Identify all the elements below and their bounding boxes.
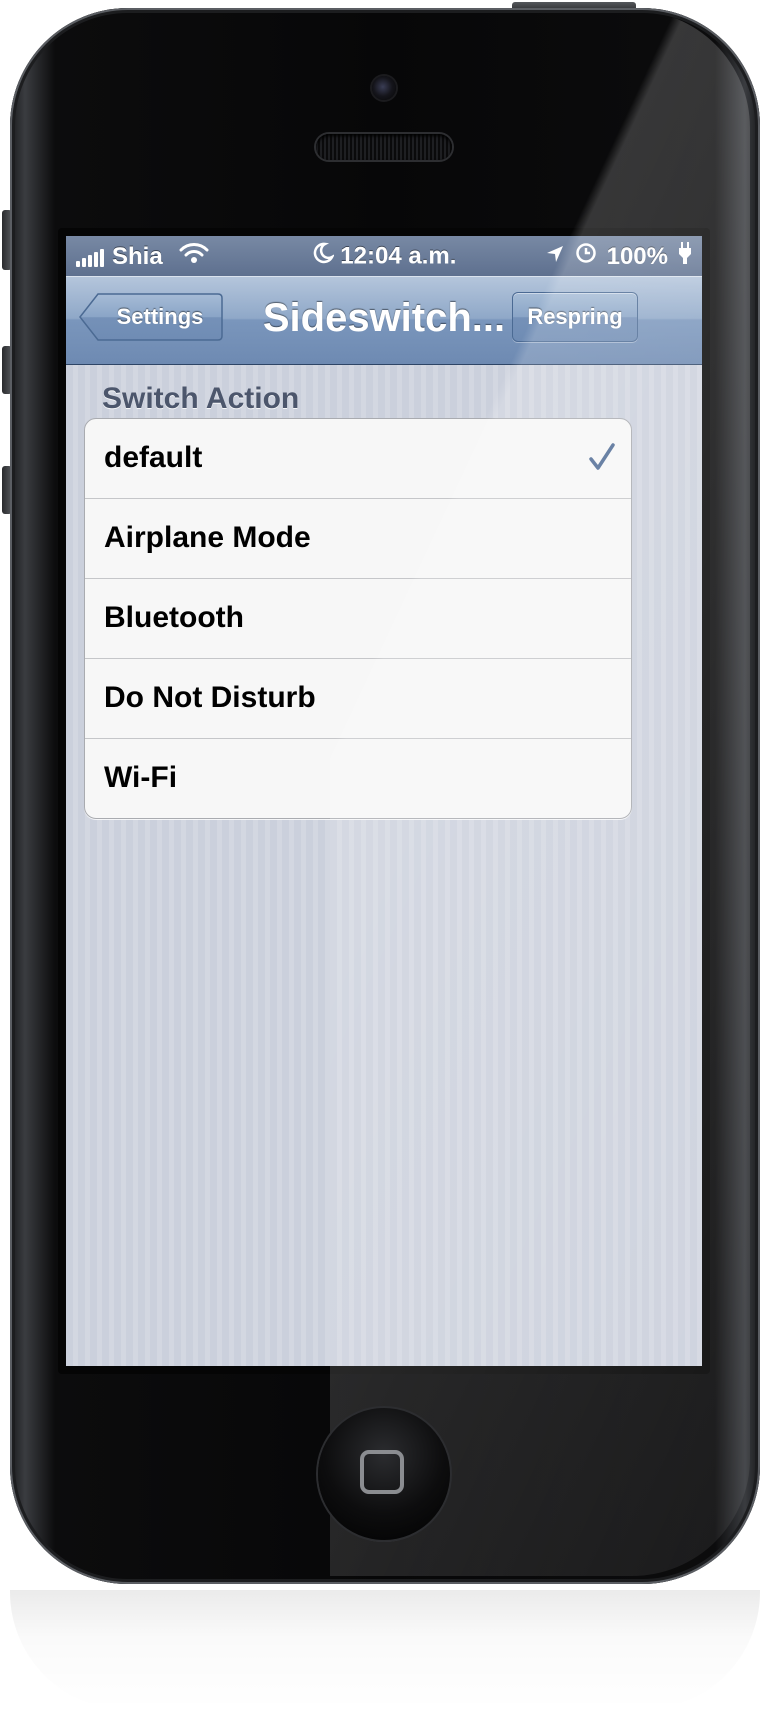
- alarm-clock-icon: [575, 242, 597, 271]
- list-item-label: Airplane Mode: [104, 521, 311, 554]
- battery-percentage: 100%: [606, 242, 668, 270]
- home-button-icon: [360, 1450, 404, 1494]
- page-title: Sideswitch...: [262, 296, 506, 340]
- section-header: Switch Action: [102, 382, 300, 415]
- list-item-label: Wi-Fi: [104, 761, 178, 794]
- earpiece-speaker: [316, 134, 452, 160]
- respring-button[interactable]: Respring: [512, 292, 638, 342]
- home-button[interactable]: [318, 1408, 450, 1540]
- list-item-wifi[interactable]: Wi-Fi: [85, 738, 631, 818]
- list-item-label: default: [104, 441, 203, 474]
- location-arrow-icon: [545, 243, 565, 271]
- navigation-bar: Settings Sideswitch... Respring: [66, 276, 702, 365]
- status-bar: Shia 12:04 a.m. 100%: [66, 236, 702, 276]
- clock-time: 12:04 a.m.: [340, 242, 457, 270]
- battery-charging-icon: [678, 242, 692, 271]
- back-button[interactable]: Settings: [78, 292, 224, 342]
- front-camera: [372, 76, 396, 100]
- switch-action-list: default Airplane Mode Bluetooth Do Not D…: [84, 418, 632, 819]
- back-button-label: Settings: [116, 304, 204, 329]
- device-mockup: Shia 12:04 a.m. 100% Settings Sideswitch…: [0, 0, 764, 1722]
- list-item-do-not-disturb[interactable]: Do Not Disturb: [85, 658, 631, 738]
- list-item-label: Do Not Disturb: [104, 681, 316, 714]
- list-item-airplane-mode[interactable]: Airplane Mode: [85, 498, 631, 578]
- checkmark-icon: [589, 443, 615, 476]
- moon-icon: [312, 242, 335, 271]
- phone-reflection: [10, 1590, 760, 1710]
- screen: Shia 12:04 a.m. 100% Settings Sideswitch…: [66, 236, 702, 1366]
- list-item-default[interactable]: default: [85, 419, 631, 498]
- list-item-label: Bluetooth: [104, 601, 244, 634]
- list-item-bluetooth[interactable]: Bluetooth: [85, 578, 631, 658]
